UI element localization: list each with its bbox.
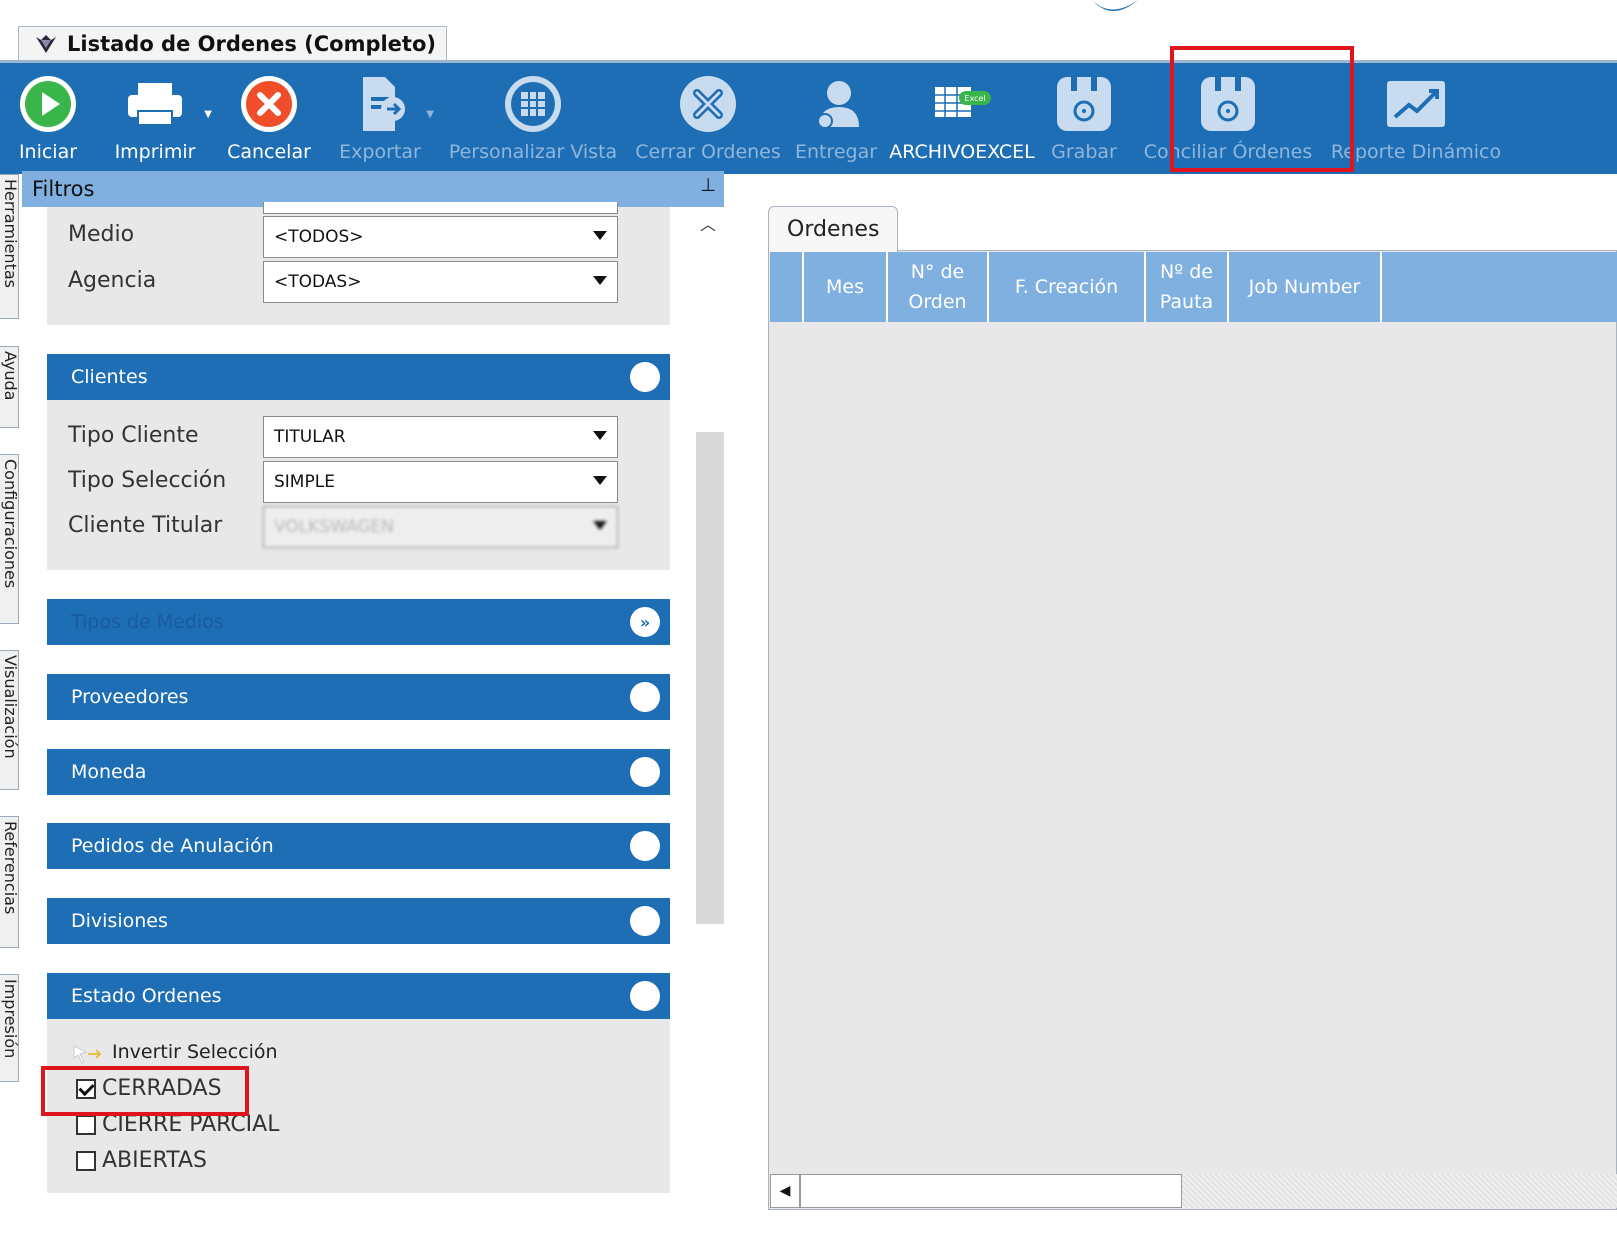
exportar-dropdown-icon[interactable]: ▼ [426, 109, 434, 120]
tipo-cliente-label: Tipo Cliente [68, 423, 199, 448]
dropdown-arrow-icon [593, 476, 607, 485]
save-disk-icon [1051, 71, 1117, 137]
scroll-up-icon[interactable]: ︿ [700, 211, 716, 235]
collapse-circle-icon[interactable] [630, 362, 660, 392]
logo-fragment-icon [1092, 0, 1138, 11]
orders-grid [768, 250, 1617, 1210]
dropdown-arrow-icon [593, 521, 607, 530]
reporte-dinamico-button[interactable]: Reporte Dinámico [1326, 63, 1506, 174]
grabar-button[interactable]: Grabar [1038, 63, 1130, 174]
section-divisiones[interactable]: Divisiones [47, 898, 670, 944]
user-deliver-icon [803, 71, 869, 137]
collapse-circle-icon[interactable] [630, 757, 660, 787]
side-tab-ayuda[interactable]: Ayuda [0, 346, 19, 428]
cliente-titular-label: Cliente Titular [68, 513, 223, 538]
trend-chart-icon [1383, 71, 1449, 137]
personalizar-vista-button[interactable]: Personalizar Vista [436, 63, 630, 174]
grid-view-icon [500, 71, 566, 137]
close-orders-icon [675, 71, 741, 137]
document-tab-title: Listado de Ordenes (Completo) [67, 31, 436, 56]
collapse-circle-icon[interactable] [630, 906, 660, 936]
document-tab[interactable]: Listado de Ordenes (Completo) [18, 26, 447, 60]
printer-icon [122, 71, 188, 137]
cerrar-ordenes-button[interactable]: Cerrar Ordenes [630, 63, 786, 174]
estado-option-cierre-parcial[interactable]: CIERRE PARCIAL [76, 1112, 279, 1137]
collapse-circle-icon[interactable] [630, 831, 660, 861]
filters-title: Filtros [32, 177, 95, 201]
checkbox-unchecked[interactable] [76, 1150, 96, 1171]
scrollbar-thumb[interactable] [696, 432, 724, 924]
column-header-f-creacion[interactable]: F. Creación [989, 252, 1146, 322]
imprimir-dropdown-icon[interactable]: ▼ [204, 109, 212, 120]
tipo-cliente-select[interactable]: TITULAR [263, 416, 618, 458]
medio-label: Medio [68, 222, 135, 247]
estado-option-abiertas[interactable]: ABIERTAS [76, 1148, 207, 1173]
side-tab-impresion[interactable]: Impresión [0, 974, 19, 1082]
invert-arrow-icon [73, 1045, 102, 1064]
column-header-n-de-pauta[interactable]: Nº de Pauta [1146, 252, 1229, 322]
checkbox-unchecked[interactable] [76, 1114, 96, 1135]
section-pedidos-de-anulacion[interactable]: Pedidos de Anulación [47, 823, 670, 869]
medio-select[interactable]: <TODOS> [263, 216, 618, 258]
side-tab-herramientas[interactable]: Herramientas [0, 174, 19, 319]
svg-text:Excel: Excel [964, 94, 985, 103]
section-tipos-de-medios[interactable]: Tipos de Medios » [47, 599, 670, 645]
iniciar-button[interactable]: Iniciar [0, 63, 96, 174]
side-tab-visualizacion[interactable]: Visualización [0, 650, 19, 790]
hscroll-thumb[interactable] [800, 1174, 1182, 1208]
entregar-button[interactable]: Entregar [786, 63, 886, 174]
column-header-mes[interactable]: Mes [804, 252, 888, 322]
excel-file-icon: Excel [929, 71, 995, 137]
agencia-select[interactable]: <TODAS> [263, 261, 618, 303]
side-tab-referencias[interactable]: Referencias [0, 816, 19, 948]
expand-chevron-icon[interactable]: » [630, 607, 660, 637]
side-tab-strip: Herramientas Ayuda Configuraciones Visua… [0, 174, 20, 1248]
filters-scrollbar[interactable]: ︿ [694, 207, 724, 1248]
dropdown-arrow-icon [593, 231, 607, 240]
row-selector-header[interactable] [770, 252, 804, 322]
side-tab-configuraciones[interactable]: Configuraciones [0, 454, 19, 624]
collapse-circle-icon[interactable] [630, 981, 660, 1011]
imprimir-button[interactable]: Imprimir ▼ [96, 63, 214, 174]
list-orders-icon [36, 34, 56, 53]
orders-grid-header: Mes N° de Orden F. Creación Nº de Pauta … [770, 252, 1617, 322]
export-icon [347, 71, 413, 137]
cliente-titular-select[interactable]: VOLKSWAGEN [263, 506, 618, 548]
dropdown-arrow-icon [593, 276, 607, 285]
conciliar-ordenes-button[interactable]: Conciliar Órdenes [1130, 63, 1326, 174]
section-proveedores[interactable]: Proveedores [47, 674, 670, 720]
save-disk-icon [1195, 71, 1261, 137]
invertir-seleccion-button[interactable]: Invertir Selección [72, 1040, 278, 1064]
pin-icon[interactable]: ⊥ [700, 175, 716, 196]
tipo-seleccion-label: Tipo Selección [68, 468, 227, 493]
archivoexcel-button[interactable]: Excel ARCHIVOEXCEL [886, 63, 1038, 174]
checkbox-checked[interactable] [76, 1078, 96, 1099]
grid-horizontal-scrollbar[interactable]: ◀ [770, 1174, 1617, 1208]
column-header-job-number[interactable]: Job Number [1229, 252, 1382, 322]
partial-combo [263, 202, 618, 214]
cancelar-button[interactable]: Cancelar [214, 63, 324, 174]
play-icon [15, 71, 81, 137]
section-clientes[interactable]: Clientes [47, 354, 670, 400]
dropdown-arrow-icon [593, 431, 607, 440]
section-moneda[interactable]: Moneda [47, 749, 670, 795]
scroll-left-icon[interactable]: ◀ [770, 1174, 800, 1208]
cancel-icon [236, 71, 302, 137]
main-toolbar: Iniciar Imprimir ▼ Cancelar Exportar ▼ P… [0, 63, 1617, 174]
tab-ordenes[interactable]: Ordenes [768, 206, 899, 252]
column-header-n-de-orden[interactable]: N° de Orden [888, 252, 989, 322]
tipo-seleccion-select[interactable]: SIMPLE [263, 461, 618, 503]
collapse-circle-icon[interactable] [630, 682, 660, 712]
section-estado-ordenes[interactable]: Estado Ordenes [47, 973, 670, 1019]
exportar-button[interactable]: Exportar ▼ [324, 63, 436, 174]
agencia-label: Agencia [68, 268, 157, 293]
estado-option-cerradas[interactable]: CERRADAS [76, 1076, 222, 1101]
